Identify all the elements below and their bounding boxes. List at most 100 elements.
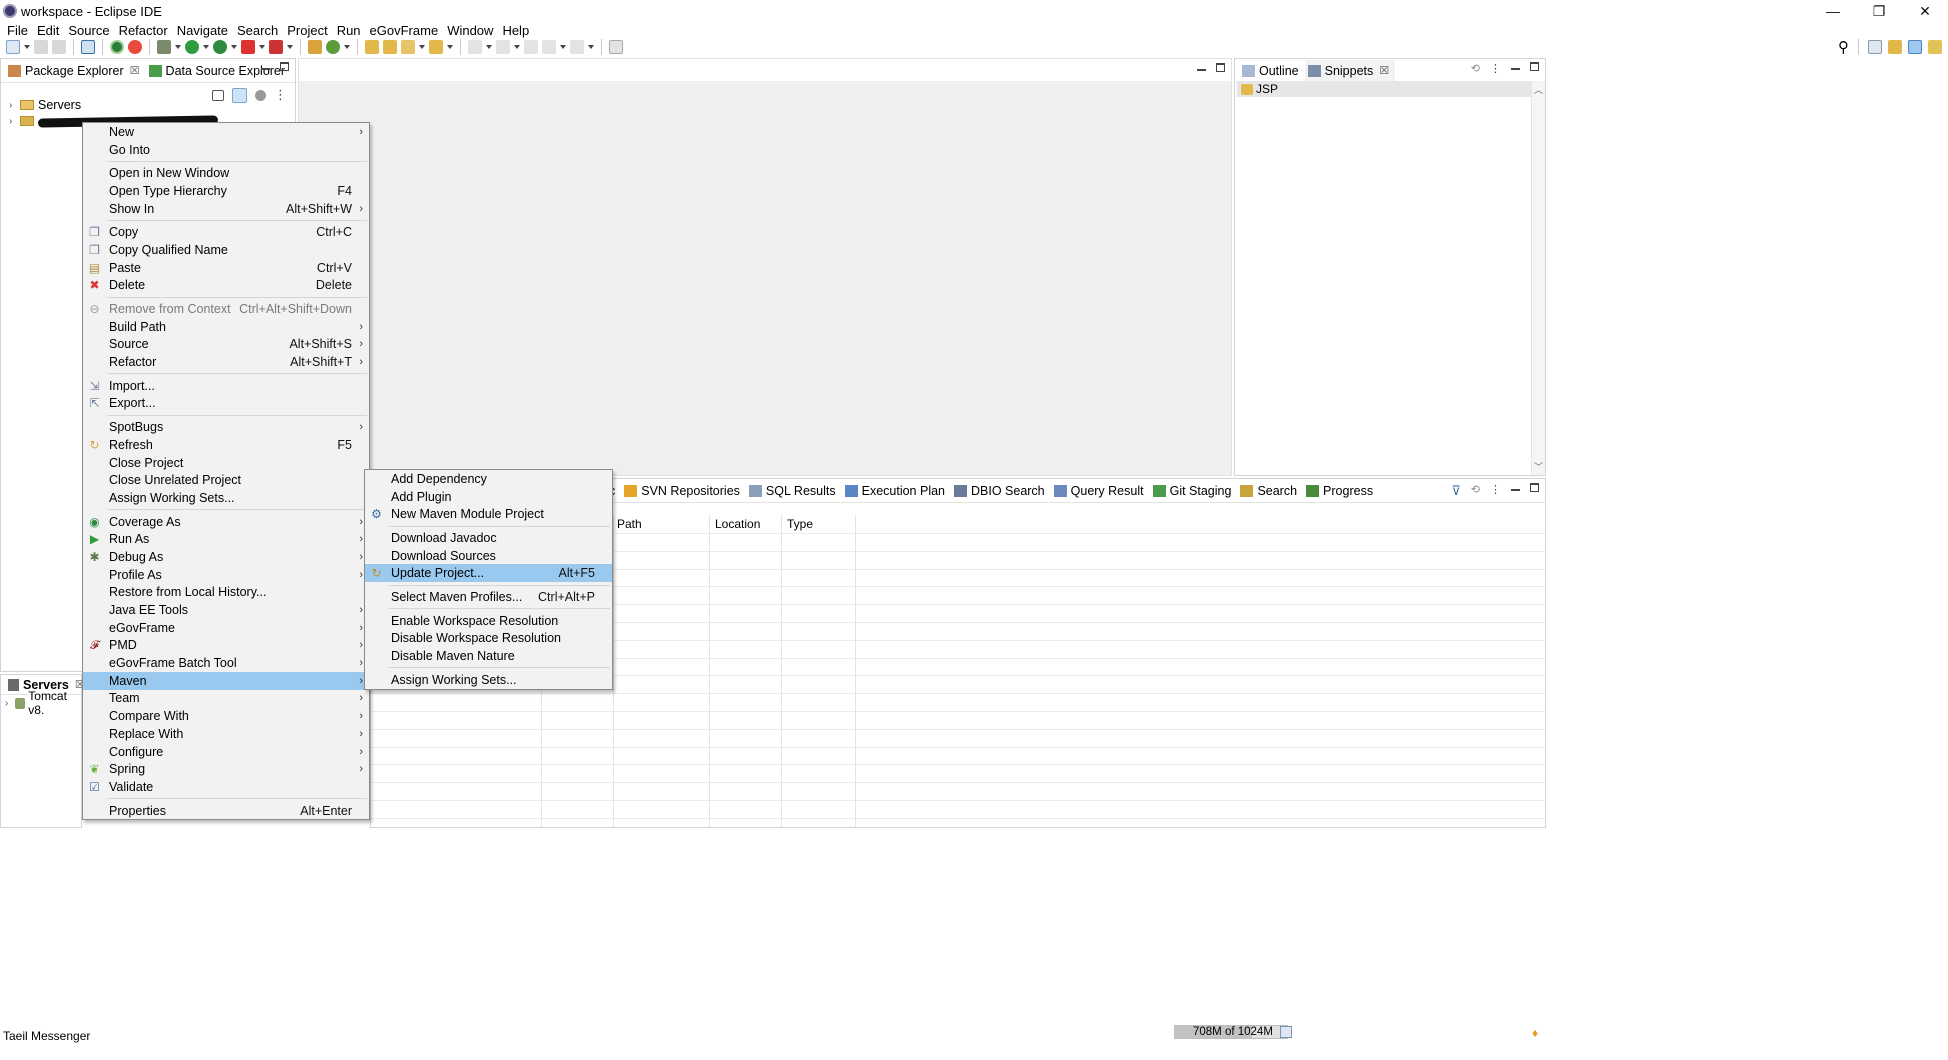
menu-item-select-maven-profiles[interactable]: Select Maven Profiles... Ctrl+Alt+P (365, 588, 612, 606)
menu-item-show-in[interactable]: Show In Alt+Shift+W › (83, 200, 369, 218)
menu-item-new[interactable]: New › (83, 123, 369, 141)
chevron-down-icon[interactable] (588, 40, 594, 54)
menu-item-copy[interactable]: ❐ Copy Ctrl+C (83, 223, 369, 241)
restore-button[interactable]: ❐ (1856, 0, 1902, 22)
menu-item-compare-with[interactable]: Compare With › (83, 707, 369, 725)
close-icon[interactable]: ☒ (130, 64, 140, 77)
tab-git-staging[interactable]: Git Staging (1150, 480, 1238, 502)
menu-item-profile-as[interactable]: Profile As › (83, 566, 369, 584)
new-package-icon[interactable] (308, 40, 322, 54)
menu-item-spring[interactable]: ❦ Spring › (83, 760, 369, 778)
tab-query-result[interactable]: Query Result (1051, 480, 1150, 502)
menu-item-update-project[interactable]: ↻ Update Project... Alt+F5 (365, 564, 612, 583)
menu-item-assign-working-sets[interactable]: Assign Working Sets... (365, 671, 612, 689)
menu-item-replace-with[interactable]: Replace With › (83, 725, 369, 743)
menu-item-team[interactable]: Team › (83, 690, 369, 708)
menu-item-source[interactable]: Source Alt+Shift+S › (83, 336, 369, 354)
column-header-path[interactable]: Path (617, 517, 642, 531)
menu-item-egovframe-batch-tool[interactable]: eGovFrame Batch Tool › (83, 654, 369, 672)
filter-icon[interactable] (255, 89, 266, 101)
menu-item-download-javadoc[interactable]: Download Javadoc (365, 529, 612, 547)
menu-item-coverage-as[interactable]: ◉ Coverage As › (83, 513, 369, 531)
notification-icon[interactable]: ♦ (1532, 1026, 1538, 1040)
menu-item-paste[interactable]: ▤ Paste Ctrl+V (83, 259, 369, 277)
menu-item-enable-workspace-resolution[interactable]: Enable Workspace Resolution (365, 612, 612, 630)
view-menu-icon[interactable]: ⋮ (274, 87, 287, 103)
back-icon[interactable] (542, 40, 556, 54)
menu-item-refactor[interactable]: Refactor Alt+Shift+T › (83, 353, 369, 371)
chevron-down-icon[interactable] (231, 40, 237, 54)
menu-item-refresh[interactable]: ↻ Refresh F5 (83, 436, 369, 454)
menu-item-spotbugs[interactable]: SpotBugs › (83, 418, 369, 436)
chevron-down-icon[interactable] (24, 40, 30, 54)
run-icon[interactable] (185, 40, 199, 54)
menu-item-build-path[interactable]: Build Path › (83, 318, 369, 336)
tab-svn-repositories[interactable]: SVN Repositories (621, 480, 746, 502)
collapse-all-icon[interactable] (212, 89, 224, 101)
minimize-button[interactable]: — (1810, 0, 1856, 22)
tab-sql-results[interactable]: SQL Results (746, 480, 842, 502)
open-type-icon[interactable] (365, 40, 379, 54)
menu-item-export[interactable]: ⇱ Export... (83, 395, 369, 413)
scroll-down-icon[interactable]: ﹀ (1534, 460, 1543, 473)
menu-item-run-as[interactable]: ▶ Run As › (83, 530, 369, 548)
menu-item-java-ee-tools[interactable]: Java EE Tools › (83, 601, 369, 619)
menu-item-new-maven-module-project[interactable]: ⚙ New Maven Module Project (365, 505, 612, 523)
chevron-down-icon[interactable] (344, 40, 350, 54)
chevron-down-icon[interactable] (514, 40, 520, 54)
tab-progress[interactable]: Progress (1303, 480, 1379, 502)
menu-item-restore-from-local-history[interactable]: Restore from Local History... (83, 584, 369, 602)
maximize-icon[interactable] (280, 62, 289, 71)
search-icon[interactable]: ⚲ (1838, 38, 1849, 56)
menu-item-properties[interactable]: Properties Alt+Enter (83, 802, 369, 820)
menu-item-delete[interactable]: ✖ Delete Delete (83, 277, 369, 295)
open-perspective-icon[interactable] (1868, 40, 1882, 54)
chevron-down-icon[interactable] (486, 40, 492, 54)
menu-item-egovframe[interactable]: eGovFrame › (83, 619, 369, 637)
maximize-icon[interactable] (1530, 62, 1539, 71)
pin-editor-icon[interactable] (609, 40, 623, 54)
column-header-type[interactable]: Type (787, 517, 813, 531)
chevron-down-icon[interactable] (203, 40, 209, 54)
maximize-icon[interactable] (1530, 483, 1539, 492)
tab-search[interactable]: Search (1237, 480, 1303, 502)
database-perspective-icon[interactable] (1928, 40, 1942, 54)
stop-icon[interactable] (241, 40, 255, 54)
menu-item-assign-working-sets[interactable]: Assign Working Sets... (83, 489, 369, 507)
chevron-right-icon[interactable]: › (9, 100, 17, 111)
scroll-up-icon[interactable]: ︿ (1534, 83, 1543, 96)
chevron-down-icon[interactable] (287, 40, 293, 54)
tab-dbio-search[interactable]: DBIO Search (951, 480, 1051, 502)
open-task-icon[interactable] (383, 40, 397, 54)
link-with-editor-icon[interactable] (232, 87, 247, 103)
vertical-scrollbar[interactable]: ︿ ﹀ (1531, 81, 1545, 475)
filter-icon[interactable]: ⊽ (1451, 483, 1461, 499)
menu-item-debug-as[interactable]: ✱ Debug As › (83, 548, 369, 566)
chevron-down-icon[interactable] (560, 40, 566, 54)
chevron-down-icon[interactable] (175, 40, 181, 54)
menu-item-maven[interactable]: Maven › (83, 671, 369, 690)
debug-icon[interactable] (157, 40, 171, 54)
menu-item-add-plugin[interactable]: Add Plugin (365, 488, 612, 506)
javaee-perspective-icon[interactable] (1908, 40, 1922, 54)
minimize-icon[interactable] (1511, 68, 1520, 70)
tab-package-explorer[interactable]: Package Explorer ☒ (5, 60, 146, 82)
view-menu-icon[interactable]: ⋮ (1490, 62, 1501, 75)
minimize-icon[interactable] (1197, 69, 1206, 71)
customize-icon[interactable]: ⟲ (1471, 62, 1480, 75)
new-class-icon[interactable] (326, 40, 340, 54)
customize-icon[interactable]: ⟲ (1471, 483, 1480, 499)
maximize-icon[interactable] (1216, 63, 1225, 72)
terminal-icon[interactable] (81, 40, 95, 54)
tab-execution-plan[interactable]: Execution Plan (842, 480, 951, 502)
search-flashlight-icon[interactable] (401, 40, 415, 54)
last-edit-icon[interactable] (524, 40, 538, 54)
heap-status[interactable]: 708M of 1024M (1174, 1025, 1288, 1039)
snippet-drawer-jsp[interactable]: JSP (1237, 81, 1531, 97)
tab-outline[interactable]: Outline (1239, 60, 1305, 82)
menu-item-disable-maven-nature[interactable]: Disable Maven Nature (365, 647, 612, 665)
external-tools-icon[interactable] (269, 40, 283, 54)
menu-item-pmd[interactable]: 𝓕 PMD › (83, 637, 369, 655)
menu-item-download-sources[interactable]: Download Sources (365, 547, 612, 565)
next-annotation-icon[interactable] (468, 40, 482, 54)
